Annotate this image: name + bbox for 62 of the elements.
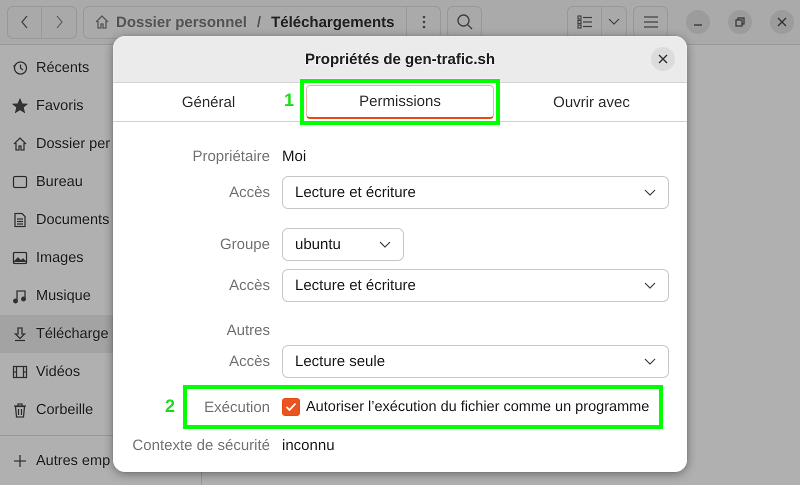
trash-icon xyxy=(12,402,28,418)
minimize-icon xyxy=(693,24,703,26)
dropdown[interactable]: Lecture et écriture xyxy=(282,176,669,209)
chevron-down-icon xyxy=(644,358,656,366)
chevron-down-icon xyxy=(644,188,656,196)
field-label: Accès xyxy=(228,277,270,294)
document-icon xyxy=(12,212,28,228)
callout-number: 1 xyxy=(284,90,294,111)
chevron-down-icon xyxy=(379,240,391,248)
callout-number: 2 xyxy=(165,396,176,417)
dropdown[interactable]: Lecture seule xyxy=(282,345,669,378)
download-icon xyxy=(12,326,28,342)
clock-icon xyxy=(12,60,28,76)
vertical-dots-icon xyxy=(422,15,426,29)
close-button[interactable] xyxy=(770,10,794,34)
field-label: Groupe xyxy=(218,236,270,253)
home-icon xyxy=(94,14,110,30)
sidebar-item[interactable]: Vidéos xyxy=(0,353,201,391)
checkbox[interactable] xyxy=(282,398,300,416)
dropdown[interactable]: Lecture et écriture xyxy=(282,269,669,302)
dialog-title: Propriétés de gen-trafic.sh xyxy=(304,50,496,68)
search-icon xyxy=(456,13,474,31)
field-value: inconnu xyxy=(282,436,335,454)
checkmark-icon xyxy=(285,402,297,412)
film-icon xyxy=(12,364,28,380)
path-crumb[interactable]: Téléchargements xyxy=(271,14,394,30)
chevron-down-icon xyxy=(608,18,620,26)
close-button[interactable] xyxy=(651,47,675,71)
close-icon xyxy=(658,54,668,64)
music-note-icon xyxy=(12,288,28,304)
list-icon xyxy=(576,15,592,29)
search-button[interactable] xyxy=(447,6,482,38)
list-view-button[interactable] xyxy=(567,6,602,38)
checkbox-label[interactable]: Autoriser l’exécution du fichier comme un programme xyxy=(306,399,650,415)
monitor-icon xyxy=(12,174,28,190)
field-label: Accès xyxy=(228,184,270,201)
home-icon xyxy=(12,136,28,152)
menu-button[interactable] xyxy=(633,6,668,38)
field-label: Contexte de sécurité xyxy=(131,436,270,454)
chevron-down-icon xyxy=(644,282,656,290)
field-label: Propriétaire xyxy=(191,148,270,164)
dropdown[interactable]: ubuntu xyxy=(282,228,404,261)
field-label: Autres xyxy=(226,322,270,338)
close-icon xyxy=(777,17,787,27)
field-label: Exécution xyxy=(203,398,270,416)
field-value: Moi xyxy=(282,148,306,164)
sidebar-item[interactable]: Musique xyxy=(0,277,201,315)
sidebar-item[interactable]: Images xyxy=(0,239,201,277)
path-separator: / xyxy=(256,14,262,30)
maximize-button[interactable] xyxy=(728,10,752,34)
sidebar-item[interactable]: Documents xyxy=(0,201,201,239)
menu-icon xyxy=(642,16,658,28)
tab[interactable]: Permissions xyxy=(306,85,494,119)
field-label: Accès xyxy=(228,353,270,370)
image-icon xyxy=(12,250,28,266)
plus-icon xyxy=(12,453,28,469)
tab[interactable]: Ouvrir avec xyxy=(496,85,687,119)
chevron-right-icon xyxy=(54,14,64,30)
restore-icon xyxy=(735,17,745,27)
chevron-left-icon xyxy=(20,14,30,30)
star-icon xyxy=(12,98,28,114)
sidebar-item[interactable]: Récents xyxy=(0,49,201,87)
